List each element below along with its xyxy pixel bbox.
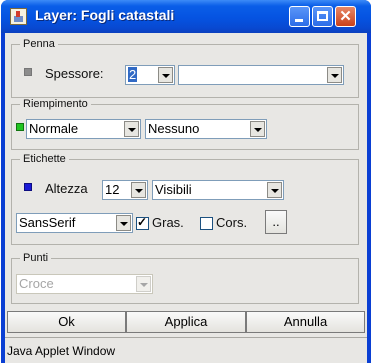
penna-group: Penna Spessore: 2 xyxy=(11,38,359,98)
status-text: Java Applet Window xyxy=(7,344,116,358)
bold-checkbox[interactable]: ✓ xyxy=(136,215,149,230)
ok-button[interactable]: Ok xyxy=(7,311,126,333)
fill-color-swatch[interactable] xyxy=(16,123,24,131)
altezza-value: 12 xyxy=(105,182,120,197)
punti-legend: Punti xyxy=(20,252,52,265)
chevron-down-icon[interactable] xyxy=(116,215,131,231)
title-bar[interactable]: Layer: Fogli catastali ✕ xyxy=(1,0,371,33)
penna-legend: Penna xyxy=(20,38,58,51)
chevron-down-icon[interactable] xyxy=(131,182,146,198)
point-symbol-select[interactable]: Croce xyxy=(16,274,153,294)
chevron-down-icon[interactable] xyxy=(124,121,139,137)
altezza-select[interactable]: 12 xyxy=(102,180,148,200)
minimize-icon xyxy=(295,19,303,22)
italic-checkbox[interactable] xyxy=(200,217,213,230)
chevron-down-icon[interactable] xyxy=(327,67,342,83)
applet-status-bar: Java Applet Window xyxy=(5,337,367,363)
font-family-select[interactable]: SansSerif xyxy=(16,213,133,233)
maximize-icon xyxy=(317,11,328,21)
close-button[interactable]: ✕ xyxy=(335,6,356,27)
maximize-button[interactable] xyxy=(312,6,333,27)
riempimento-group: Riempimento Normale Nessuno xyxy=(11,98,359,150)
minimize-button[interactable] xyxy=(289,6,310,27)
checkmark-icon: ✓ xyxy=(137,215,148,229)
window-title: Layer: Fogli catastali xyxy=(35,7,175,23)
penna-color-swatch[interactable] xyxy=(24,68,32,76)
point-symbol-value: Croce xyxy=(19,276,54,291)
penna-style-select[interactable] xyxy=(178,65,344,85)
label-visibility-select[interactable]: Visibili xyxy=(152,180,284,200)
chevron-down-icon[interactable] xyxy=(136,276,151,292)
italic-label: Cors. xyxy=(216,215,248,230)
chevron-down-icon[interactable] xyxy=(250,121,265,137)
etichette-group: Etichette Altezza 12 Visibili SansSerif … xyxy=(11,153,359,245)
font-options-button[interactable]: .. xyxy=(265,210,287,234)
cancel-button[interactable]: Annulla xyxy=(246,311,365,333)
bold-label: Gras. xyxy=(152,215,184,230)
fill-pattern-value: Nessuno xyxy=(148,121,200,136)
java-app-icon[interactable] xyxy=(10,8,27,25)
apply-button[interactable]: Applica xyxy=(126,311,246,333)
riempimento-legend: Riempimento xyxy=(20,98,91,111)
altezza-label: Altezza xyxy=(45,181,88,196)
close-icon: ✕ xyxy=(339,8,352,25)
dialog-content: Penna Spessore: 2 Riempimento Normale Ne… xyxy=(5,33,367,363)
fill-mode-value: Normale xyxy=(29,121,79,136)
spessore-value: 2 xyxy=(128,67,138,82)
fill-mode-select[interactable]: Normale xyxy=(26,119,141,139)
layer-dialog-window: Layer: Fogli catastali ✕ Penna Spessore:… xyxy=(1,0,371,363)
etichette-legend: Etichette xyxy=(20,153,69,166)
spessore-select[interactable]: 2 xyxy=(125,65,175,85)
punti-group: Punti Croce xyxy=(11,252,359,304)
label-color-swatch[interactable] xyxy=(24,183,32,191)
fill-pattern-select[interactable]: Nessuno xyxy=(145,119,267,139)
font-family-value: SansSerif xyxy=(19,215,76,230)
spessore-label: Spessore: xyxy=(45,66,104,81)
chevron-down-icon[interactable] xyxy=(267,182,282,198)
label-visibility-value: Visibili xyxy=(155,182,192,197)
chevron-down-icon[interactable] xyxy=(158,67,173,83)
